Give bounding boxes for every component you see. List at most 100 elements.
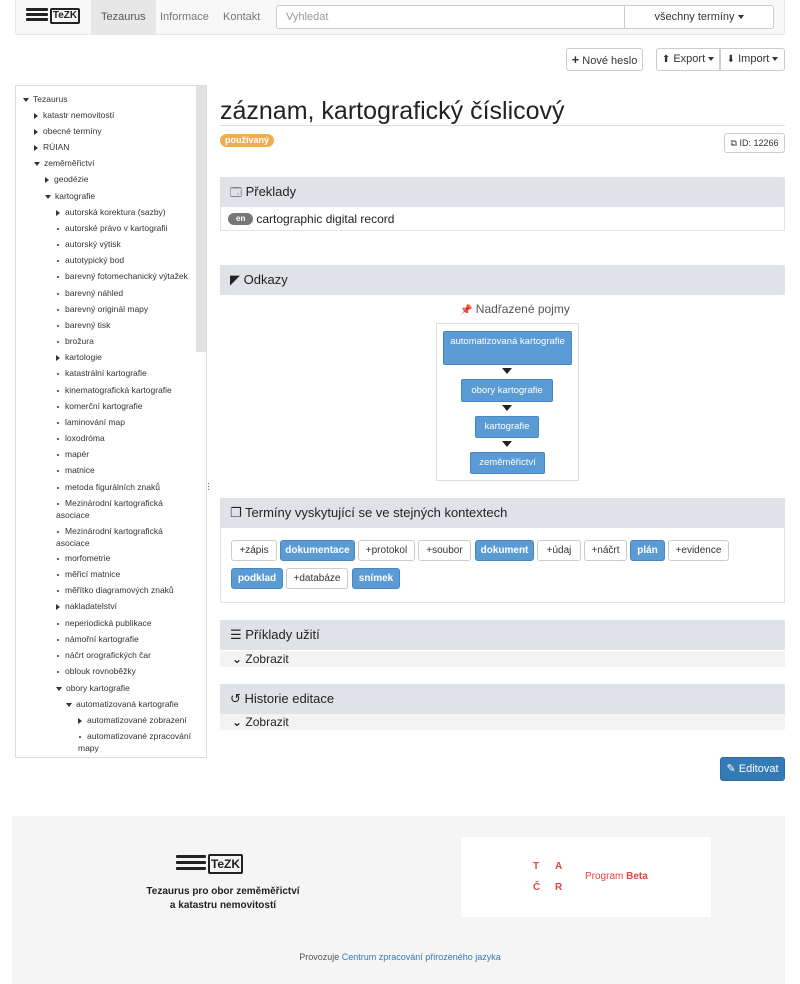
- tacr-letter: A: [555, 861, 563, 872]
- sidebar-resize-handle[interactable]: · · ·: [207, 479, 210, 495]
- tree-node[interactable]: mapér: [56, 448, 89, 460]
- bullet-icon: [57, 437, 59, 440]
- hierarchy-node[interactable]: zeměměřictví: [470, 452, 545, 474]
- tree-node[interactable]: barevný tisk: [56, 319, 110, 331]
- chevron-right-icon: [34, 144, 38, 151]
- chevron-down-icon: [45, 194, 51, 199]
- tree-node[interactable]: měřítko diagramových znaků: [56, 584, 174, 596]
- tree-node[interactable]: automatizovaná kartografie: [66, 698, 179, 710]
- context-tag[interactable]: +evidence: [668, 540, 729, 561]
- chevron-down-icon: ⌄: [232, 715, 243, 729]
- terms-filter-dropdown[interactable]: všechny termíny: [624, 5, 774, 29]
- tree-node[interactable]: oblouk rovnoběžky: [56, 665, 136, 677]
- translation-text: cartographic digital record: [256, 211, 395, 226]
- chevron-down-icon: [772, 57, 779, 62]
- nav-tab-tezaurus[interactable]: Tezaurus: [91, 0, 156, 34]
- tree-node[interactable]: laminování map: [56, 416, 125, 428]
- tree-node[interactable]: barevný náhled: [56, 287, 123, 299]
- search-input[interactable]: [276, 5, 625, 29]
- context-tag[interactable]: +zápis: [231, 540, 277, 561]
- tree-node[interactable]: automatizované zpracování mapy: [78, 730, 198, 754]
- operator-link[interactable]: Centrum zpracování přirozeného jazyka: [342, 952, 501, 962]
- import-button[interactable]: ⬇ Import: [720, 48, 785, 71]
- tacr-letter: Č: [533, 882, 541, 893]
- context-tag[interactable]: +údaj: [537, 540, 581, 561]
- tree-node[interactable]: barevný originál mapy: [56, 303, 148, 315]
- bullet-icon: [57, 421, 59, 424]
- new-entry-label: Nové heslo: [582, 55, 638, 67]
- tree-node[interactable]: nakladatelství: [56, 600, 117, 612]
- copy-icon: ❐: [230, 505, 242, 520]
- entry-id-button[interactable]: ⧉ ID: 12266: [724, 133, 785, 153]
- tree-node-root[interactable]: Tezaurus: [23, 93, 68, 105]
- tree-node[interactable]: metoda figurálních znaků: [56, 481, 160, 493]
- context-tag[interactable]: +databáze: [286, 568, 348, 589]
- hierarchy-node[interactable]: kartografie: [475, 416, 539, 438]
- tree-node[interactable]: loxodróma: [56, 432, 105, 444]
- export-button[interactable]: ⬆ Export: [656, 48, 720, 71]
- context-tag[interactable]: snímek: [352, 568, 400, 589]
- plus-icon: +: [571, 52, 580, 67]
- chevron-right-icon: [78, 717, 82, 724]
- context-tag[interactable]: dokument: [475, 540, 534, 561]
- translations-header: 🗔 Překlady: [220, 177, 785, 207]
- export-label: Export: [673, 53, 706, 65]
- footer-logo-text: TeZK: [208, 854, 243, 874]
- context-tag[interactable]: plán: [630, 540, 665, 561]
- new-entry-button[interactable]: + Nové heslo: [566, 48, 643, 71]
- bullet-icon: [57, 557, 59, 560]
- tree-node[interactable]: autorský výtisk: [56, 238, 121, 250]
- context-tag[interactable]: +náčrt: [584, 540, 627, 561]
- footer-tezk-logo: TeZK: [176, 852, 244, 878]
- tree-node[interactable]: obory kartografie: [56, 682, 130, 694]
- tree-node[interactable]: námořní kartografie: [56, 633, 139, 645]
- tree-node[interactable]: Mezinárodní kartografická asociace: [56, 497, 171, 521]
- history-toggle[interactable]: ⌄ Zobrazit: [220, 714, 785, 730]
- translate-icon: 🗔: [230, 187, 242, 199]
- tree-node[interactable]: matnice: [56, 464, 95, 476]
- tree-node[interactable]: geodézie: [45, 173, 89, 185]
- tree-node[interactable]: měřicí matnice: [56, 568, 120, 580]
- tree-scrollbar[interactable]: [196, 86, 206, 352]
- pin-icon: 📌: [460, 305, 473, 316]
- tree-node[interactable]: kartografie: [45, 190, 95, 202]
- page-title: záznam, kartografický číslicový: [220, 96, 785, 126]
- edit-button[interactable]: ✎ Editovat: [720, 757, 785, 781]
- footer-title: Tezaurus pro obor zeměměřictví a katastr…: [146, 886, 300, 911]
- context-tag[interactable]: dokumentace: [280, 540, 355, 561]
- tree-node[interactable]: brožura: [56, 335, 94, 347]
- context-tag[interactable]: podklad: [231, 568, 283, 589]
- tree-node[interactable]: automatizované zobrazení: [78, 714, 187, 726]
- tree-node[interactable]: katastr nemovitostí: [34, 109, 114, 121]
- nav-tab-kontakt[interactable]: Kontakt: [213, 0, 270, 34]
- nav-tab-informace[interactable]: Informace: [150, 0, 219, 34]
- context-tag[interactable]: +protokol: [358, 540, 415, 561]
- bullet-icon: [57, 670, 59, 673]
- tree-node[interactable]: obecné termíny: [34, 125, 102, 137]
- bullet-icon: [57, 389, 59, 392]
- tree-node[interactable]: kartologie: [56, 351, 102, 363]
- context-terms-header: ❐ Termíny vyskytující se ve stejných kon…: [220, 498, 785, 528]
- tree-node[interactable]: komerční kartografie: [56, 400, 142, 412]
- language-badge: en: [228, 212, 254, 225]
- chevron-down-icon: ⌄: [232, 652, 243, 666]
- examples-toggle[interactable]: ⌄ Zobrazit: [220, 651, 785, 667]
- tree-node[interactable]: neperiodická publikace: [56, 617, 151, 629]
- context-tag[interactable]: +soubor: [418, 540, 471, 561]
- tree-node[interactable]: autotypický bod: [56, 254, 124, 266]
- hierarchy-node[interactable]: obory kartografie: [461, 379, 553, 402]
- tree-node[interactable]: kinematografická kartografie: [56, 384, 172, 396]
- tree-node[interactable]: morfometrie: [56, 552, 110, 564]
- pencil-icon: ✎: [726, 763, 736, 775]
- hierarchy-node[interactable]: automatizovaná kartografie: [443, 331, 572, 365]
- tree-node[interactable]: katastrální kartografie: [56, 367, 147, 379]
- tree-node[interactable]: náčrt orografických čar: [56, 649, 151, 661]
- tree-node[interactable]: autorské právo v kartografii: [56, 222, 168, 234]
- tree-node[interactable]: Mezinárodní kartografická asociace: [56, 525, 171, 549]
- tree-node[interactable]: autorská korektura (sazby): [56, 206, 166, 218]
- tezk-logo[interactable]: TeZK: [26, 6, 82, 28]
- tree-node[interactable]: barevný fotomechanický výtažek: [56, 270, 188, 282]
- tree-node[interactable]: RÚIAN: [34, 141, 69, 153]
- chevron-down-icon: [708, 57, 715, 62]
- tree-node[interactable]: zeměměřictví: [34, 157, 95, 169]
